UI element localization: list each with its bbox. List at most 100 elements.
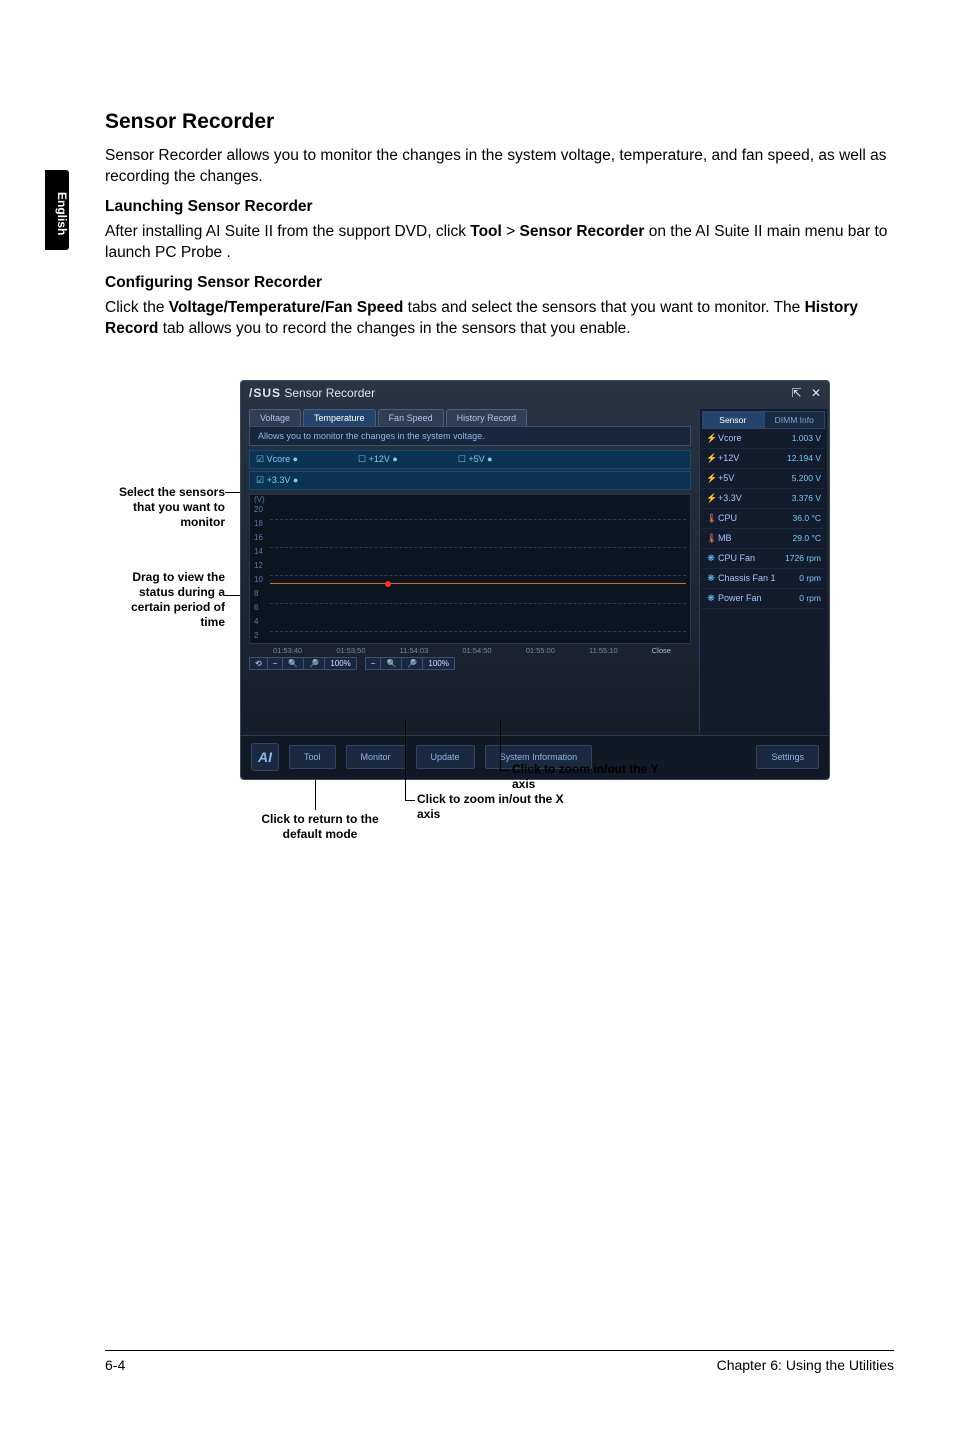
zoom-y-control[interactable]: − 🔍 🔎 100%	[365, 657, 455, 670]
callout-line	[315, 780, 316, 810]
config-heading: Configuring Sensor Recorder	[105, 274, 895, 292]
gridline	[270, 575, 686, 576]
y-label: 20	[254, 505, 263, 514]
config-text-3: tab allows you to record the changes in …	[158, 320, 630, 337]
check-p5v[interactable]: ☐ +5V ●	[458, 454, 493, 465]
bottom-update-button[interactable]: Update	[416, 745, 475, 769]
x-label: 01:54:50	[462, 646, 491, 655]
page-content: Sensor Recorder Sensor Recorder allows y…	[105, 110, 895, 940]
zoom-y-plus-icon[interactable]: 🔎	[402, 658, 423, 669]
sensor-value: 0 rpm	[799, 593, 821, 603]
ai-logo-icon[interactable]: AI	[251, 743, 279, 771]
intro-paragraph: Sensor Recorder allows you to monitor th…	[105, 146, 895, 188]
check-vcore[interactable]: ☑ Vcore ●	[256, 454, 298, 465]
side-sensor-row: 🌡MB29.0 °C	[702, 529, 825, 549]
side-panel-tabs: Sensor DIMM Info	[702, 411, 825, 429]
callout-line	[405, 720, 406, 800]
sensor-label: Vcore	[716, 433, 792, 443]
zoom-x-out-icon[interactable]: −	[268, 658, 284, 669]
config-text-1: Click the	[105, 299, 169, 316]
callout-drag-status: Drag to view the status during a certain…	[105, 570, 225, 630]
x-label: 11:54:03	[400, 646, 429, 655]
sensor-type-icon: 🌡	[706, 513, 716, 524]
bottom-settings-button[interactable]: Settings	[756, 745, 819, 769]
launch-paragraph: After installing AI Suite II from the su…	[105, 222, 895, 264]
y-label: 8	[254, 589, 258, 598]
sensor-value: 12.194 V	[787, 453, 821, 463]
bottom-tool-button[interactable]: Tool	[289, 745, 336, 769]
side-sensor-row: 🌡CPU36.0 °C	[702, 509, 825, 529]
config-paragraph: Click the Voltage/Temperature/Fan Speed …	[105, 298, 895, 340]
zoom-x-reset-icon[interactable]: ⟲	[250, 658, 268, 669]
window-close-icon[interactable]: ✕	[811, 386, 821, 400]
sensor-label: Chassis Fan 1	[716, 573, 799, 583]
y-label: 18	[254, 519, 263, 528]
callout-zoom-y: Click to zoom in/out the Y axis	[512, 762, 662, 792]
side-sensor-row: ⚡+12V12.194 V	[702, 449, 825, 469]
chapter-label: Chapter 6: Using the Utilities	[717, 1357, 894, 1373]
bottom-monitor-button[interactable]: Monitor	[346, 745, 406, 769]
launch-text-1: After installing AI Suite II from the su…	[105, 223, 470, 240]
config-bold-tabs: Voltage/Temperature/Fan Speed	[169, 299, 404, 316]
sensor-value: 1.003 V	[792, 433, 821, 443]
side-sensor-row: ⚡+5V5.200 V	[702, 469, 825, 489]
side-sensor-row: ❋CPU Fan1726 rpm	[702, 549, 825, 569]
sensor-type-icon: ⚡	[706, 453, 716, 464]
sensor-type-icon: ❋	[706, 593, 716, 604]
zoom-x-minus-icon[interactable]: 🔍	[283, 658, 304, 669]
zoom-x-plus-icon[interactable]: 🔎	[304, 658, 325, 669]
x-label: 01:55:00	[526, 646, 555, 655]
sensor-value: 29.0 °C	[793, 533, 821, 543]
page-footer: 6-4 Chapter 6: Using the Utilities	[105, 1350, 894, 1373]
y-label: 12	[254, 561, 263, 570]
y-label: 14	[254, 547, 263, 556]
x-label: 01:53:40	[273, 646, 302, 655]
side-sensor-row: ❋Power Fan0 rpm	[702, 589, 825, 609]
sensor-value: 3.376 V	[792, 493, 821, 503]
figure-wrap: Select the sensors that you want to moni…	[105, 380, 895, 940]
side-sensor-row: ❋Chassis Fan 10 rpm	[702, 569, 825, 589]
sensor-value: 0 rpm	[799, 573, 821, 583]
sensor-label: MB	[716, 533, 793, 543]
time-axis: 01:53:40 01:53:50 11:54:03 01:54:50 01:5…	[249, 646, 691, 655]
callout-select-sensors: Select the sensors that you want to moni…	[105, 485, 225, 530]
check-p5v-label: +5V ●	[468, 454, 492, 464]
zoom-x-control[interactable]: ⟲ − 🔍 🔎 100%	[249, 657, 357, 670]
section-heading: Sensor Recorder	[105, 110, 895, 134]
y-label: (V)	[254, 495, 265, 504]
launch-bold-tool: Tool	[470, 223, 502, 240]
app-title-text: Sensor Recorder	[284, 386, 375, 400]
app-title: /SUS Sensor Recorder	[249, 386, 375, 400]
zoom-y-minus-icon[interactable]: 🔍	[381, 658, 402, 669]
app-titlebar[interactable]: /SUS Sensor Recorder ⇱ ✕	[241, 381, 829, 405]
x-label: 01:53:50	[336, 646, 365, 655]
check-p12v[interactable]: ☐ +12V ●	[358, 454, 398, 465]
callout-zoom-x: Click to zoom in/out the X axis	[417, 792, 567, 822]
zoom-controls-row: ⟲ − 🔍 🔎 100% − 🔍 🔎 100%	[249, 657, 691, 670]
callout-line	[405, 800, 415, 801]
tab-history-record[interactable]: History Record	[446, 409, 528, 426]
tab-temperature[interactable]: Temperature	[303, 409, 376, 426]
tab-voltage[interactable]: Voltage	[249, 409, 301, 426]
sensor-value: 5.200 V	[792, 473, 821, 483]
zoom-y-out-icon[interactable]: −	[366, 658, 382, 669]
callout-return-default: Click to return to the default mode	[245, 812, 395, 842]
gridline	[270, 547, 686, 548]
sensor-recorder-window: /SUS Sensor Recorder ⇱ ✕ Voltage Tempera…	[240, 380, 830, 780]
window-pin-icon[interactable]: ⇱	[792, 386, 802, 400]
sensor-value: 1726 rpm	[785, 553, 821, 563]
side-tab-sensor[interactable]: Sensor	[702, 411, 764, 429]
side-tab-dimm[interactable]: DIMM Info	[764, 411, 826, 429]
launch-heading: Launching Sensor Recorder	[105, 198, 895, 216]
chart-area[interactable]: (V) 20 18 16 14 12 10 8 6 4 2	[249, 494, 691, 644]
gridline	[270, 603, 686, 604]
y-label: 2	[254, 631, 258, 640]
tab-fan-speed[interactable]: Fan Speed	[378, 409, 444, 426]
chart-close-label[interactable]: Close	[652, 646, 671, 655]
sensor-label: +5V	[716, 473, 792, 483]
check-p33v-label: +3.3V ●	[267, 475, 299, 485]
check-p33v[interactable]: ☑ +3.3V ●	[256, 475, 298, 485]
check-vcore-label: Vcore ●	[267, 454, 298, 464]
y-label: 10	[254, 575, 263, 584]
sensor-type-icon: 🌡	[706, 533, 716, 544]
